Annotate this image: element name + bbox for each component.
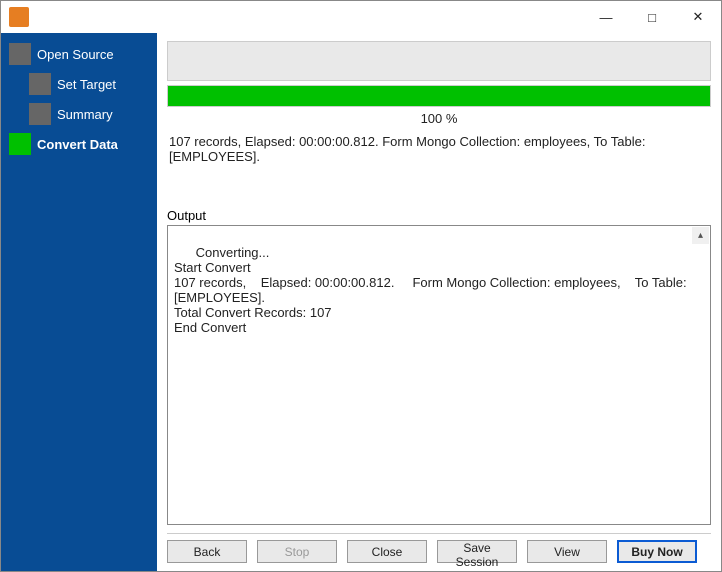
step-icon <box>9 133 31 155</box>
header-placeholder <box>167 41 711 81</box>
nav-label: Summary <box>57 107 113 122</box>
scroll-up-icon[interactable]: ▴ <box>692 227 709 244</box>
output-textbox[interactable]: Converting... Start Convert 107 records,… <box>167 225 711 525</box>
button-row: Back Stop Close Save Session View Buy No… <box>167 540 711 565</box>
nav-item-summary[interactable]: Summary <box>1 99 157 129</box>
nav-item-convert-data[interactable]: Convert Data <box>1 129 157 159</box>
status-line: 107 records, Elapsed: 00:00:00.812. Form… <box>167 128 711 170</box>
main-panel: 100 % 107 records, Elapsed: 00:00:00.812… <box>157 33 721 571</box>
app-icon <box>9 7 29 27</box>
maximize-button[interactable]: □ <box>629 1 675 33</box>
nav-label: Open Source <box>37 47 114 62</box>
close-button[interactable]: Close <box>347 540 427 563</box>
back-button[interactable]: Back <box>167 540 247 563</box>
progress-area: 100 % <box>167 85 711 128</box>
buy-now-button[interactable]: Buy Now <box>617 540 697 563</box>
view-button[interactable]: View <box>527 540 607 563</box>
title-bar: — □ ✕ <box>1 1 721 33</box>
nav-item-open-source[interactable]: Open Source <box>1 39 157 69</box>
progress-percent: 100 % <box>167 107 711 128</box>
wizard-nav: Open Source Set Target Summary Convert D… <box>1 33 157 571</box>
progress-bar <box>167 85 711 107</box>
nav-label: Convert Data <box>37 137 118 152</box>
close-window-button[interactable]: ✕ <box>675 1 721 33</box>
nav-label: Set Target <box>57 77 116 92</box>
output-text: Converting... Start Convert 107 records,… <box>174 245 690 335</box>
stop-button: Stop <box>257 540 337 563</box>
step-icon <box>29 103 51 125</box>
step-icon <box>9 43 31 65</box>
minimize-button[interactable]: — <box>583 1 629 33</box>
nav-item-set-target[interactable]: Set Target <box>1 69 157 99</box>
step-icon <box>29 73 51 95</box>
separator <box>167 533 711 534</box>
save-session-button[interactable]: Save Session <box>437 540 517 563</box>
output-label: Output <box>167 208 711 223</box>
